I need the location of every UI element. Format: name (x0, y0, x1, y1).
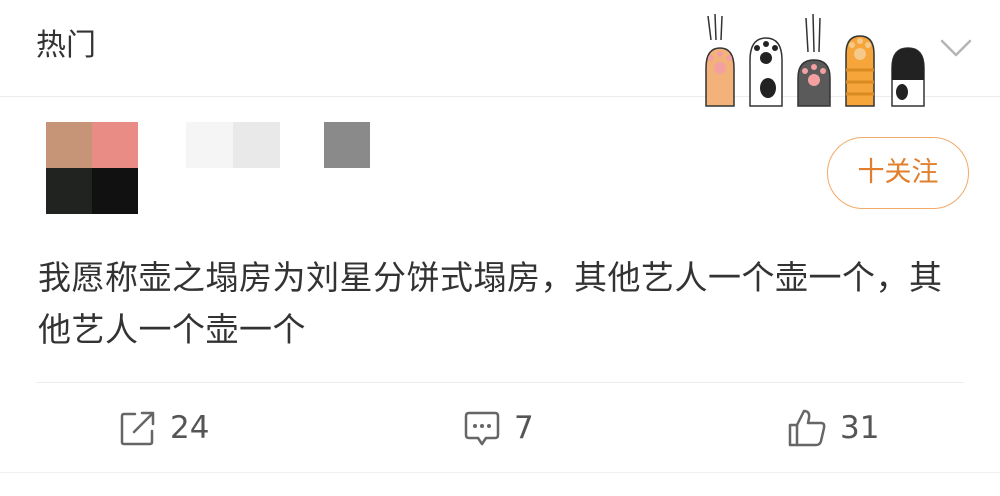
paw-orange-icon (705, 13, 735, 107)
repost-count: 24 (170, 410, 210, 446)
comment-count: 7 (514, 410, 534, 446)
username-tile (233, 122, 280, 168)
divider (36, 382, 964, 383)
avatar-tile (92, 168, 138, 214)
thumbs-up-icon (788, 409, 826, 447)
weibo-comment-card: 热门 十关注 我愿称壶之塌房为刘星分饼式塌房，其他艺人一个壶一个，其他艺人一个壶… (0, 0, 1000, 496)
paw-gray-icon (797, 13, 831, 107)
username-tile (186, 122, 233, 168)
avatar-tile (46, 122, 92, 168)
section-title: 热门 (36, 28, 96, 63)
avatar-tile (46, 168, 92, 214)
comment-icon (464, 411, 500, 446)
paw-tabby-icon (845, 35, 875, 107)
bottom-divider (0, 472, 1000, 473)
like-button[interactable]: 31 (786, 404, 879, 452)
post-text: 我愿称壶之塌房为刘星分饼式塌房，其他艺人一个壶一个，其他艺人一个壶一个 (38, 258, 943, 349)
avatar[interactable] (46, 122, 138, 214)
username-mosaic[interactable] (186, 122, 280, 168)
comment-button[interactable]: 7 (462, 404, 534, 452)
paw-black-icon (891, 47, 925, 107)
avatar-tile (92, 122, 138, 168)
cat-paws-icon (705, 13, 925, 107)
user-badge-mosaic (324, 122, 370, 168)
hot-section-header: 热门 (0, 0, 1000, 107)
follow-button[interactable]: 十关注 (827, 137, 969, 209)
like-count: 31 (840, 410, 880, 446)
repost-icon (120, 411, 155, 446)
chevron-down-icon[interactable] (938, 30, 974, 66)
paw-spotted-icon (749, 37, 783, 107)
repost-button[interactable]: 24 (118, 404, 209, 452)
